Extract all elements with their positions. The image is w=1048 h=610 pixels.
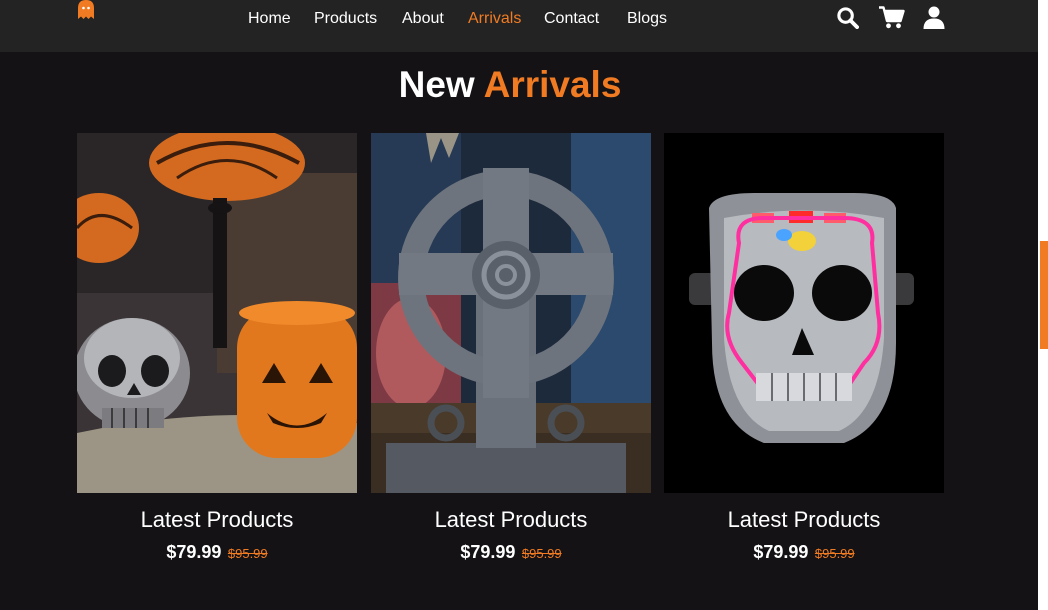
user-icon[interactable] <box>923 6 945 29</box>
nav-about[interactable]: About <box>402 10 444 28</box>
skull-pumpkin-decor-image <box>77 133 357 493</box>
product-image[interactable] <box>664 133 944 493</box>
product-image[interactable] <box>371 133 651 493</box>
section-title: New Arrivals <box>0 64 1020 106</box>
product-name[interactable]: Latest Products <box>664 507 944 533</box>
nav-blogs[interactable]: Blogs <box>627 10 667 28</box>
nav-home[interactable]: Home <box>248 10 291 28</box>
product-card[interactable]: Latest Products $79.99 $95.99 <box>371 133 651 563</box>
product-image[interactable] <box>77 133 357 493</box>
nav-arrivals[interactable]: Arrivals <box>468 10 521 28</box>
ghost-icon[interactable] <box>77 0 95 21</box>
product-price: $79.99 <box>166 542 222 562</box>
product-old-price: $95.99 <box>521 546 562 561</box>
section-title-plain: New <box>398 64 475 105</box>
section-title-accent: Arrivals <box>483 64 622 105</box>
search-icon[interactable] <box>836 6 859 29</box>
product-name[interactable]: Latest Products <box>371 507 651 533</box>
cart-icon[interactable] <box>879 6 905 29</box>
tombstone-image <box>371 133 651 493</box>
led-skull-mask-image <box>664 133 944 493</box>
product-old-price: $95.99 <box>814 546 855 561</box>
product-name[interactable]: Latest Products <box>77 507 357 533</box>
nav-products[interactable]: Products <box>314 10 377 28</box>
product-old-price: $95.99 <box>227 546 268 561</box>
product-card[interactable]: Latest Products $79.99 $95.99 <box>664 133 944 563</box>
top-navbar: Home Products About Arrivals Contact Blo… <box>0 0 1038 52</box>
product-price-row: $79.99 $95.99 <box>77 542 357 563</box>
nav-contact[interactable]: Contact <box>544 10 599 28</box>
product-price-row: $79.99 $95.99 <box>371 542 651 563</box>
product-price: $79.99 <box>753 542 809 562</box>
scrollbar-thumb[interactable] <box>1040 241 1048 349</box>
product-price: $79.99 <box>460 542 516 562</box>
product-card[interactable]: Latest Products $79.99 $95.99 <box>77 133 357 563</box>
product-price-row: $79.99 $95.99 <box>664 542 944 563</box>
